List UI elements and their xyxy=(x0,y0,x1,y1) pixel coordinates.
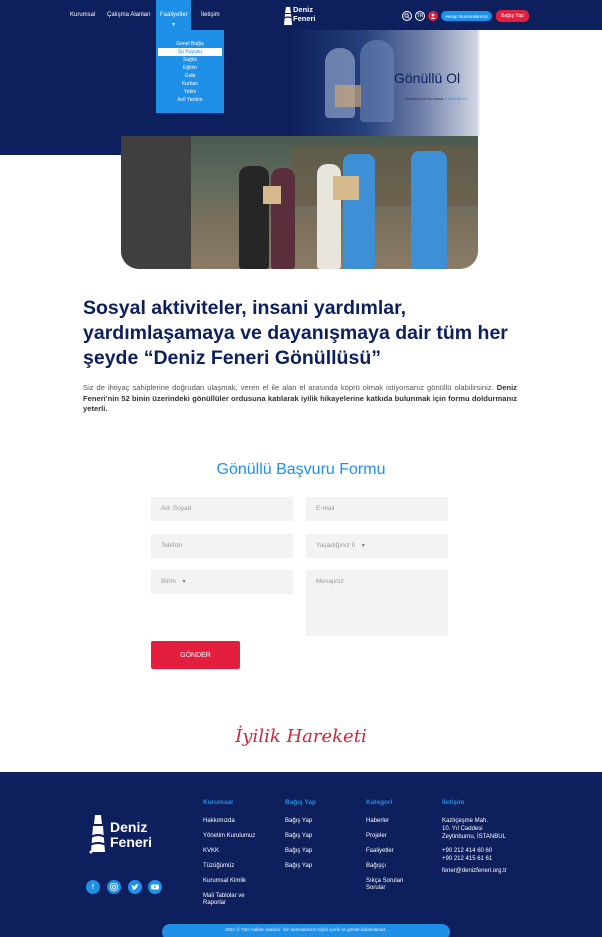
dropdown-item-su-kuyusu[interactable]: Su Kuyusu xyxy=(158,48,222,56)
footer-col-iletisim-title: İletişim xyxy=(442,799,465,806)
footer-link-bagis-3[interactable]: Bağış Yap xyxy=(285,848,312,855)
instagram-icon[interactable] xyxy=(107,880,121,894)
dropdown-item-saglik[interactable]: Sağlık xyxy=(156,56,224,64)
iyilik-hareketi-signature: İyilik Hareketi xyxy=(235,726,367,747)
intro-heading: Sosyal aktiviteler, insani yardımlar, ya… xyxy=(83,297,508,369)
footer-link-hakkimizda[interactable]: Hakkımızda xyxy=(203,818,235,825)
message-placeholder: Mesajınız xyxy=(316,578,344,585)
form-title: Gönüllü Başvuru Formu xyxy=(216,461,386,478)
nav-item-kurumsal[interactable]: Kurumsal xyxy=(70,12,95,18)
name-placeholder: Ad- Soyad xyxy=(161,505,192,512)
footer-link-kimlik[interactable]: Kurumsal Kimlik xyxy=(203,878,246,885)
email-field[interactable]: E-mail xyxy=(306,497,448,521)
footer-email[interactable]: fener@denizfeneri.org.tr xyxy=(442,868,507,875)
nav-item-faaliyetler[interactable]: Faaliyetler ▼ xyxy=(156,0,191,30)
nav-item-faaliyetler-label: Faaliyetler xyxy=(160,12,188,18)
footer-link-mali-tablolar[interactable]: Mali Tablolar ve Raporlar xyxy=(203,893,255,907)
faaliyetler-dropdown: Genel Bağış Su Kuyusu Sağlık Eğitim Gıda… xyxy=(156,30,224,113)
brand-logo-line2: Feneri xyxy=(293,13,316,23)
language-label: TR xyxy=(416,13,424,19)
youtube-icon[interactable] xyxy=(148,880,162,894)
footer-link-sss[interactable]: Sıkça Sorulan Sorular xyxy=(366,878,416,892)
footer-col-bagis-title: Bağış Yap xyxy=(285,799,316,806)
footer-col-kurumsal-title: Kurumsal xyxy=(203,799,233,806)
intro-paragraph: Siz de ihtiyaç sahiplerine doğrudan ulaş… xyxy=(83,383,517,415)
city-select[interactable]: Yaşadığınız İl ▼ xyxy=(306,534,448,558)
city-placeholder: Yaşadığınız İl xyxy=(316,542,355,549)
breadcrumb-kurumsal[interactable]: Kurumsal xyxy=(426,96,443,101)
footer-link-bagis-1[interactable]: Bağış Yap xyxy=(285,818,312,825)
phone-field[interactable]: Telefon xyxy=(151,534,293,558)
search-icon[interactable] xyxy=(402,11,412,21)
footer-col-kategori-title: Kategori xyxy=(366,799,393,806)
footer-link-tuzuk[interactable]: Tüzüğümüz xyxy=(203,863,234,870)
footer-link-faaliyetler[interactable]: Faaliyetler xyxy=(366,848,394,855)
footer-address-line2: 10. Yıl Caddesi xyxy=(442,826,483,832)
nav-item-calisma-alanlari[interactable]: Çalışma Alanları xyxy=(107,12,151,18)
footer-link-kvkk[interactable]: KVKK xyxy=(203,848,219,855)
facebook-icon[interactable]: f xyxy=(86,880,100,894)
donate-button[interactable]: Bağış Yap xyxy=(496,10,529,22)
copyright-bar: 2021 © Tüm hakları saklıdır. İzin alınma… xyxy=(162,924,450,937)
footer-link-haberler[interactable]: Haberler xyxy=(366,818,389,825)
language-selector[interactable]: TR xyxy=(415,11,425,21)
brand-logo[interactable]: Deniz Feneri xyxy=(283,4,325,28)
volunteers-photo xyxy=(121,136,478,269)
user-icon[interactable] xyxy=(428,11,438,21)
footer-address-line1: Kazlıçeşme Mah. xyxy=(442,818,489,824)
phone-placeholder: Telefon xyxy=(161,542,182,549)
dropdown-item-gida[interactable]: Gıda xyxy=(156,72,224,80)
footer-link-bagis-2[interactable]: Bağış Yap xyxy=(285,833,312,840)
footer-logo-line2: Feneri xyxy=(110,834,153,850)
footer-link-yonetim[interactable]: Yönetim Kurulumuz xyxy=(203,833,255,840)
lighthouse-icon xyxy=(283,7,293,25)
breadcrumb: Anasayfa ● Kurumsal ● Gönüllü Ol xyxy=(405,96,467,101)
footer-logo-line1: Deniz xyxy=(110,819,148,835)
footer-logo[interactable]: Deniz Feneri xyxy=(88,812,168,860)
footer-phone-2[interactable]: +90 212 415 61 61 xyxy=(442,856,492,863)
footer-link-projeler[interactable]: Projeler xyxy=(366,833,387,840)
name-field[interactable]: Ad- Soyad xyxy=(151,497,293,521)
twitter-icon[interactable] xyxy=(128,880,142,894)
dropdown-item-egitim[interactable]: Eğitim xyxy=(156,64,224,72)
dropdown-item-acil-yardim[interactable]: Acil Yardım xyxy=(156,96,224,104)
chevron-down-icon: ▼ xyxy=(181,579,187,585)
message-textarea[interactable]: Mesajınız xyxy=(306,570,448,636)
intro-text-plain: Siz de ihtiyaç sahiplerine doğrudan ulaş… xyxy=(83,383,494,392)
account-numbers-button[interactable]: Hesap Numaralarımız xyxy=(441,11,492,21)
top-navigation: Kurumsal Çalışma Alanları Faaliyetler ▼ … xyxy=(0,0,602,30)
footer-phone-1[interactable]: +90 212 414 60 60 xyxy=(442,848,492,855)
submit-button[interactable]: GÖNDER xyxy=(151,641,240,669)
footer-address-line3: Zeytinburnu, İSTANBUL xyxy=(442,834,506,840)
breadcrumb-current: Gönüllü Ol xyxy=(447,96,467,101)
caret-down-icon: ▼ xyxy=(171,22,176,28)
dropdown-item-yetim[interactable]: Yetim xyxy=(156,88,224,96)
footer-link-bagis-4[interactable]: Bağış Yap xyxy=(285,863,312,870)
unit-placeholder: Birim xyxy=(161,578,176,585)
chevron-down-icon: ▼ xyxy=(360,543,366,549)
lighthouse-icon xyxy=(89,815,107,854)
nav-item-iletisim[interactable]: İletişim xyxy=(201,12,220,18)
unit-select[interactable]: Birim ▼ xyxy=(151,570,293,594)
footer-link-bagisci[interactable]: Bağışçı xyxy=(366,863,386,870)
dropdown-item-genel-bagis[interactable]: Genel Bağış xyxy=(156,40,224,48)
breadcrumb-home[interactable]: Anasayfa xyxy=(405,96,422,101)
page-title: Gönüllü Ol xyxy=(394,70,461,86)
dropdown-item-kurban[interactable]: Kurban xyxy=(156,80,224,88)
email-placeholder: E-mail xyxy=(316,505,335,512)
hero-white-panel xyxy=(478,30,602,155)
